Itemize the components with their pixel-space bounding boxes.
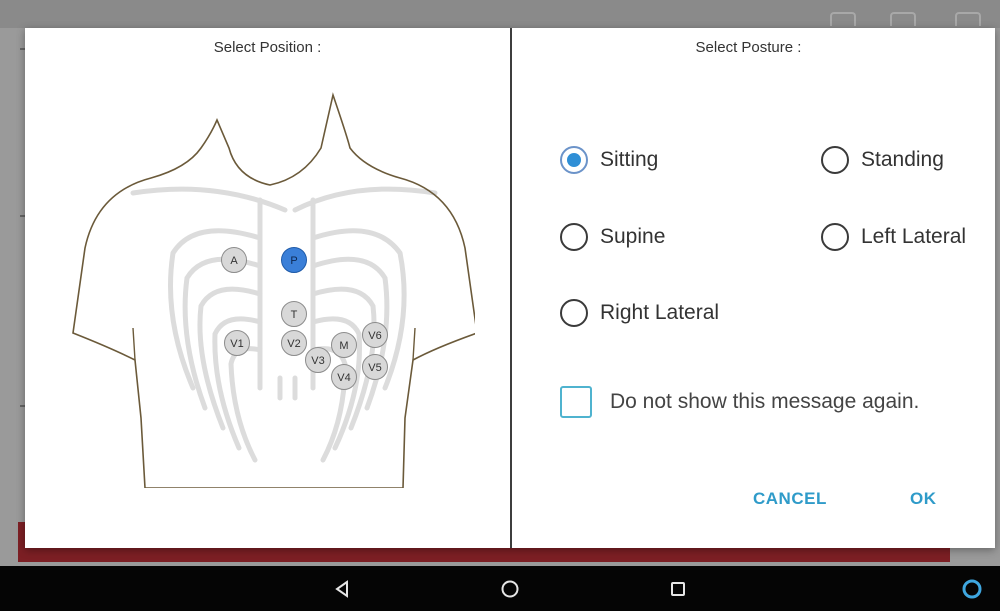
recents-icon[interactable] <box>658 566 698 611</box>
ok-button[interactable]: OK <box>910 489 937 509</box>
share-icon <box>830 12 856 26</box>
posture-label: Left Lateral <box>861 225 967 248</box>
position-marker-v6[interactable]: V6 <box>362 322 388 348</box>
posture-option-standing[interactable]: Standing <box>821 146 944 174</box>
position-marker-m[interactable]: M <box>331 332 357 358</box>
position-marker-v5[interactable]: V5 <box>362 354 388 380</box>
posture-option-supine[interactable]: Supine <box>560 223 665 251</box>
torso-illustration <box>72 92 475 488</box>
assistant-icon[interactable] <box>952 566 992 611</box>
dont-show-again-label: Do not show this message again. <box>610 390 920 413</box>
radio-unchecked-icon[interactable] <box>821 146 849 174</box>
dont-show-again-option[interactable]: Do not show this message again. <box>560 386 919 418</box>
position-marker-t[interactable]: T <box>281 301 307 327</box>
position-marker-v1[interactable]: V1 <box>224 330 250 356</box>
settings-icon <box>955 12 981 26</box>
back-icon[interactable] <box>322 566 362 611</box>
radio-unchecked-icon[interactable] <box>821 223 849 251</box>
posture-label: Sitting <box>600 148 659 171</box>
posture-option-right-lateral[interactable]: Right Lateral <box>560 299 719 327</box>
position-marker-p[interactable]: P <box>281 247 307 273</box>
posture-option-left-lateral[interactable]: Left Lateral <box>821 223 966 251</box>
checkbox-icon[interactable] <box>560 386 592 418</box>
posture-label: Supine <box>600 225 666 248</box>
select-position-title: Select Position : <box>213 39 322 56</box>
position-marker-v3[interactable]: V3 <box>305 347 331 373</box>
panel-divider <box>510 28 512 548</box>
home-icon[interactable] <box>490 566 530 611</box>
position-marker-a[interactable]: A <box>221 247 247 273</box>
radio-unchecked-icon[interactable] <box>560 223 588 251</box>
cancel-button[interactable]: CANCEL <box>753 489 827 509</box>
position-marker-v4[interactable]: V4 <box>331 364 357 390</box>
posture-label: Right Lateral <box>600 301 720 324</box>
app-toolbar <box>0 0 1000 28</box>
posture-label: Standing <box>861 148 944 171</box>
folder-icon <box>890 12 916 26</box>
position-posture-dialog: Select Position : Select Posture : A P T… <box>25 28 995 548</box>
position-marker-v2[interactable]: V2 <box>281 330 307 356</box>
radio-checked-icon[interactable] <box>560 146 588 174</box>
radio-unchecked-icon[interactable] <box>560 299 588 327</box>
navigation-bar <box>0 566 1000 611</box>
select-posture-title: Select Posture : <box>695 39 802 56</box>
posture-option-sitting[interactable]: Sitting <box>560 146 658 174</box>
